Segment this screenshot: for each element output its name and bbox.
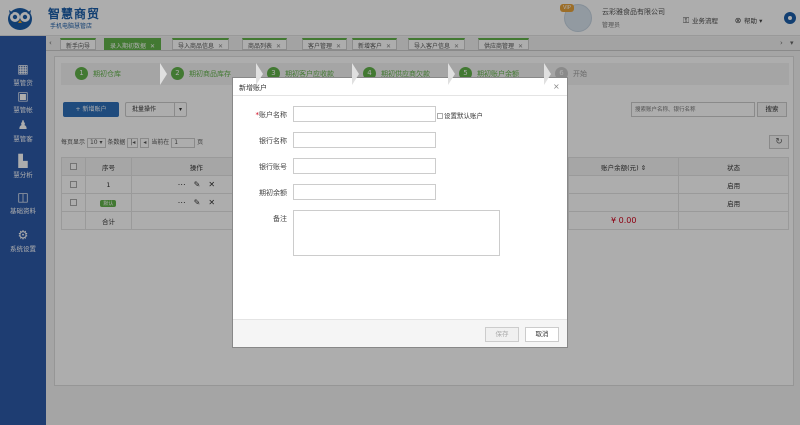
account-name-label-text: 账户名称 xyxy=(259,111,287,119)
cancel-button[interactable]: 取消 xyxy=(525,327,559,342)
bank-name-label: 银行名称 xyxy=(259,137,287,145)
add-account-dialog: 新增账户 × *账户名称 设置默认账户 银行名称 银行账号 期初余额 备注 保存… xyxy=(232,77,568,348)
default-account-checkbox-box[interactable] xyxy=(437,113,443,119)
bank-account-input[interactable] xyxy=(293,158,436,174)
step-chevron xyxy=(448,63,455,85)
opening-balance-label: 期初余额 xyxy=(259,189,287,197)
close-icon[interactable]: × xyxy=(553,82,560,91)
step-chevron xyxy=(160,63,167,85)
bank-account-label: 银行账号 xyxy=(259,163,287,171)
step-chevron xyxy=(256,63,263,85)
account-name-input[interactable] xyxy=(293,106,436,122)
account-name-label: *账户名称 xyxy=(233,110,288,120)
remark-textarea[interactable] xyxy=(293,210,500,256)
default-account-label: 设置默认账户 xyxy=(444,112,483,120)
remark-label: 备注 xyxy=(273,215,287,223)
save-button[interactable]: 保存 xyxy=(485,327,519,342)
dialog-footer: 保存 取消 xyxy=(233,319,567,347)
default-account-checkbox[interactable]: 设置默认账户 xyxy=(437,110,483,120)
bank-name-input[interactable] xyxy=(293,132,436,148)
dialog-divider xyxy=(233,95,567,96)
step-chevron xyxy=(352,63,359,85)
step-chevron xyxy=(544,63,551,85)
opening-balance-input[interactable] xyxy=(293,184,436,200)
